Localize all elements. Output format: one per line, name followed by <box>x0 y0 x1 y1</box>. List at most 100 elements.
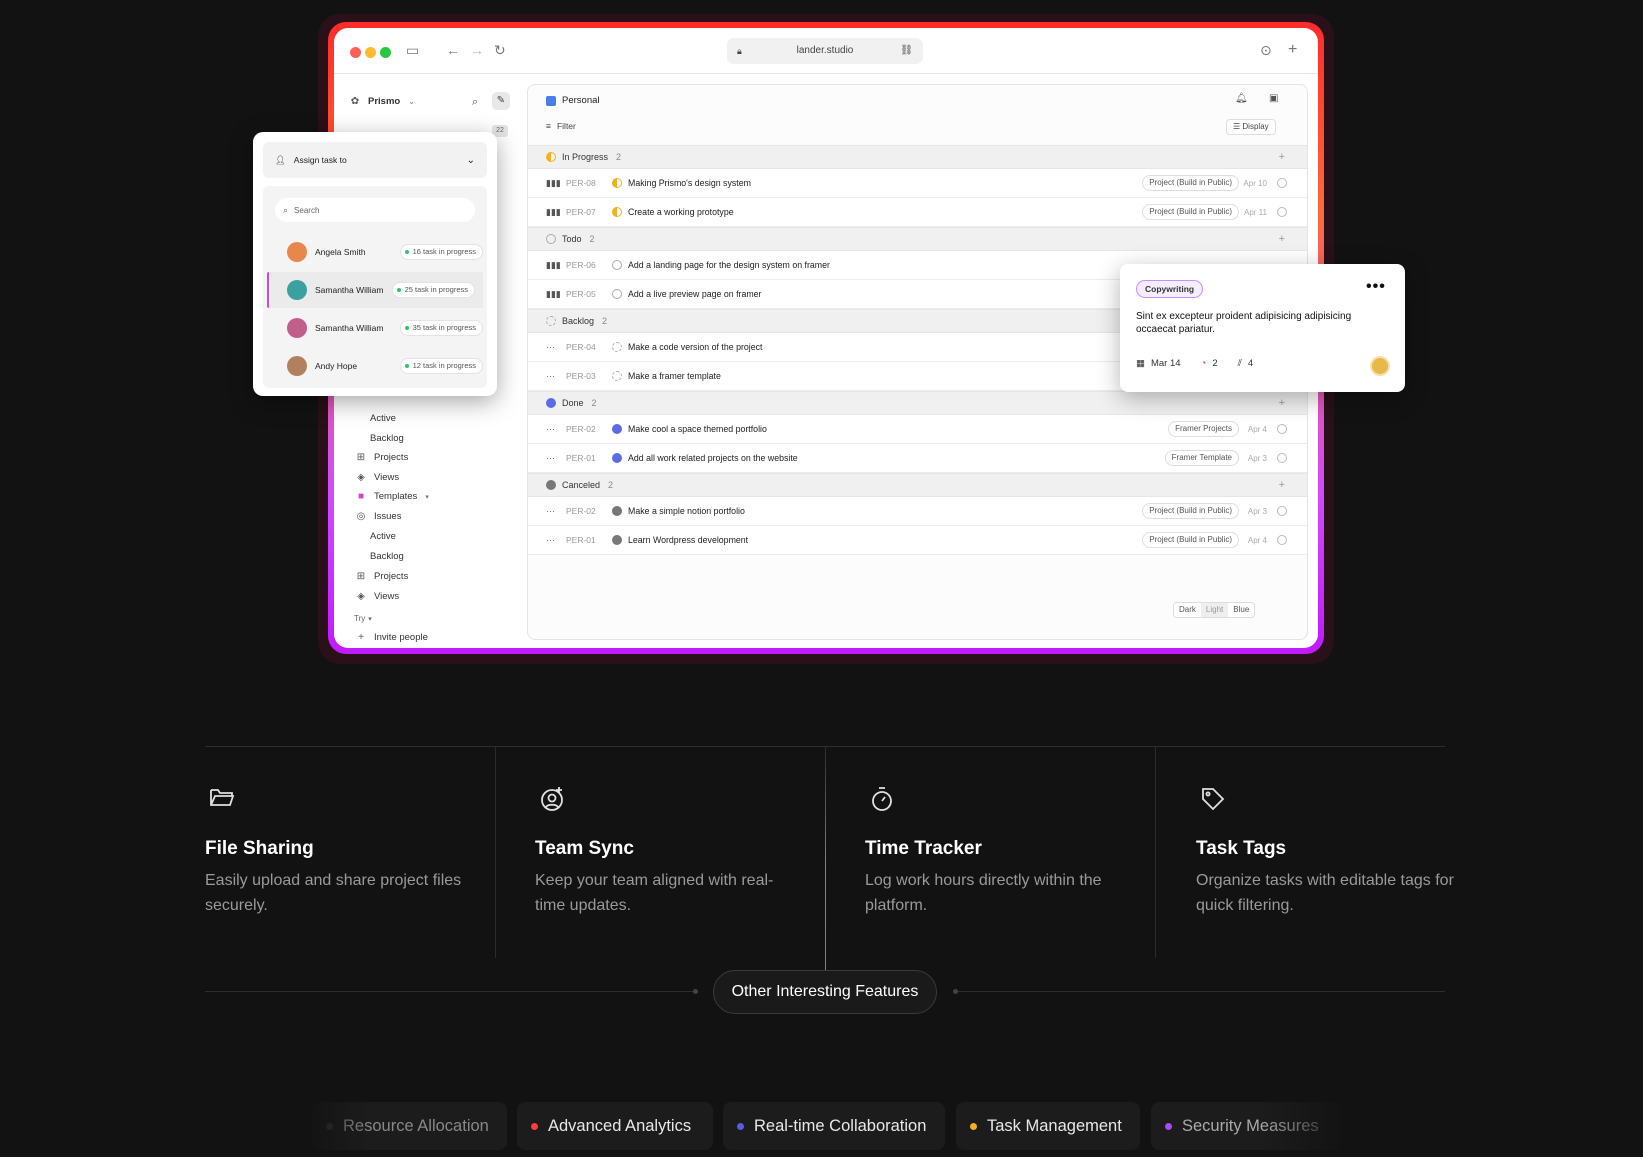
add-icon[interactable]: + <box>1279 479 1285 491</box>
sidebar-item-views-2[interactable]: ◈ Views <box>356 591 399 602</box>
try-section[interactable]: Try ▾ <box>354 614 372 623</box>
assignee-row[interactable]: Samantha William 35 task in progress <box>273 310 491 346</box>
sidebar-item-projects[interactable]: ⊞ Projects <box>356 452 409 463</box>
panel-toggle-icon[interactable]: ▣ <box>1269 93 1278 104</box>
sidebar-item-label: Templates <box>374 491 418 502</box>
task-card[interactable]: Copywriting ••• Sint ex excepteur proide… <box>1120 264 1405 392</box>
sidebar-item-active-2[interactable]: Active <box>370 531 396 542</box>
close-dot[interactable] <box>350 47 361 58</box>
grid-icon: ⊞ <box>356 571 366 582</box>
chip-label: Advanced Analytics <box>548 1116 692 1135</box>
new-tab-icon[interactable]: + <box>1288 42 1297 58</box>
group-done[interactable]: Done 2 + <box>528 391 1307 415</box>
sidebar-item-views[interactable]: ◈ Views <box>356 472 399 483</box>
more-options-icon[interactable]: ••• <box>1366 278 1386 296</box>
project-tag[interactable]: Project (Build in Public) <box>1142 175 1239 191</box>
sidebar-item-active[interactable]: Active <box>370 413 396 424</box>
assignee-row[interactable]: Andy Hope 12 task in progress <box>273 348 491 384</box>
table-row[interactable]: ··· PER-01 Learn Wordpress development P… <box>528 526 1307 555</box>
project-tag[interactable]: Project (Build in Public) <box>1142 503 1239 519</box>
chip-advanced-analytics[interactable]: Advanced Analytics <box>517 1102 713 1150</box>
forward-icon[interactable]: → <box>470 42 484 58</box>
assignee-icon[interactable] <box>1277 424 1287 434</box>
assignee-icon[interactable] <box>1277 178 1287 188</box>
feature-divider <box>495 746 496 958</box>
reload-icon[interactable]: ↻ <box>494 42 506 58</box>
group-count: 2 <box>591 398 597 408</box>
sidebar-toggle-icon[interactable]: ▭ <box>406 42 419 58</box>
chip-real-time-collaboration[interactable]: Real-time Collaboration <box>723 1102 945 1150</box>
fade-left <box>300 1102 370 1150</box>
project-tag[interactable]: Project (Build in Public) <box>1142 204 1239 220</box>
maximize-dot[interactable] <box>380 47 391 58</box>
sidebar-item-backlog-2[interactable]: Backlog <box>370 551 404 562</box>
table-row[interactable]: ··· PER-01 Add all work related projects… <box>528 444 1307 473</box>
link-icon[interactable]: ⛓ <box>900 38 913 64</box>
chip-task-management[interactable]: Task Management <box>956 1102 1140 1150</box>
assignee-icon[interactable] <box>1277 453 1287 463</box>
issue-date: Apr 3 <box>1247 507 1267 516</box>
bell-icon[interactable]: 🔔︎ <box>1235 93 1248 104</box>
sidebar-item-issues[interactable]: ◎ Issues <box>356 511 402 522</box>
status-icon <box>612 260 622 270</box>
divider-left <box>205 991 695 992</box>
theme-dark[interactable]: Dark <box>1174 603 1201 617</box>
display-button[interactable]: ☰ Display <box>1226 119 1276 135</box>
add-icon[interactable]: + <box>1279 397 1285 409</box>
assignee-name: Angela Smith <box>315 247 366 257</box>
assignee-row-selected[interactable]: Samantha William 25 task in progress <box>267 272 483 308</box>
back-icon[interactable]: ← <box>446 42 460 58</box>
table-row[interactable]: ··· PER-02 Make a simple notion portfoli… <box>528 497 1307 526</box>
project-tag[interactable]: Framer Template <box>1164 450 1239 466</box>
card-text: Sint ex excepteur proident adipisicing a… <box>1136 311 1352 335</box>
other-features-button[interactable]: Other Interesting Features <box>713 970 937 1014</box>
download-icon[interactable]: ⊙ <box>1260 42 1272 58</box>
no-priority-icon: ··· <box>546 342 555 352</box>
assignee-row[interactable]: Angela Smith 16 task in progress <box>273 234 491 270</box>
add-icon[interactable]: + <box>1279 151 1285 163</box>
status-icon <box>612 178 622 188</box>
project-tag[interactable]: Project (Build in Public) <box>1142 532 1239 548</box>
group-in-progress[interactable]: In Progress 2 + <box>528 145 1307 169</box>
assignee-icon[interactable] <box>1277 535 1287 545</box>
status-icon <box>546 480 556 490</box>
theme-blue[interactable]: Blue <box>1228 603 1254 617</box>
sidebar-item-backlog[interactable]: Backlog <box>370 433 404 444</box>
group-canceled[interactable]: Canceled 2 + <box>528 473 1307 497</box>
group-name: Todo <box>562 234 582 244</box>
assignee-icon[interactable] <box>1277 506 1287 516</box>
sidebar-item-label: Projects <box>374 452 409 463</box>
table-row[interactable]: ▮▮▮ PER-07 Create a working prototype Pr… <box>528 198 1307 227</box>
assignee-search-input[interactable]: ⌕ Search <box>275 198 475 222</box>
assignee-icon[interactable] <box>1277 207 1287 217</box>
sidebar-item-templates[interactable]: ■ Templates ▾ <box>356 491 429 502</box>
sidebar-item-projects-2[interactable]: ⊞ Projects <box>356 571 409 582</box>
add-icon[interactable]: + <box>1279 233 1285 245</box>
table-row[interactable]: ▮▮▮ PER-08 Making Prismo's design system… <box>528 169 1307 198</box>
fade-right <box>1260 1102 1350 1150</box>
issue-id: PER-04 <box>566 342 596 352</box>
stopwatch-icon <box>869 786 895 819</box>
table-row[interactable]: ··· PER-02 Make cool a space themed port… <box>528 415 1307 444</box>
invite-people-link[interactable]: + Invite people <box>356 632 428 643</box>
project-tag[interactable]: Framer Projects <box>1168 421 1239 437</box>
workspace-switcher[interactable]: ✿ Prismo ⌄ <box>350 96 415 107</box>
search-icon[interactable]: ⌕ <box>472 96 478 109</box>
group-todo[interactable]: Todo 2 + <box>528 227 1307 251</box>
feature-title: Time Tracker <box>865 838 982 859</box>
theme-light[interactable]: Light <box>1200 603 1229 617</box>
compose-icon[interactable]: ✎ <box>492 92 510 110</box>
assign-dropdown[interactable]: 👤︎ Assign task to ⌄ <box>263 142 487 178</box>
avatar <box>287 280 307 300</box>
assignee-list: ⌕ Search Angela Smith 16 task in progres… <box>263 186 487 388</box>
priority-bars-icon: ▮▮▮ <box>546 259 561 270</box>
minimize-dot[interactable] <box>365 47 376 58</box>
issue-title: Make a simple notion portfolio <box>628 506 745 516</box>
search-placeholder: Search <box>294 205 320 215</box>
layers-icon: ◈ <box>357 591 365 602</box>
url-bar[interactable]: 🔒︎ lander.studio ⛓ <box>727 38 923 64</box>
filter-button[interactable]: ≡ Filter <box>546 121 576 131</box>
calendar-icon: ▦ <box>1136 358 1145 369</box>
page-title: Personal <box>546 95 600 106</box>
sidebar-item-label: Backlog <box>370 433 404 444</box>
